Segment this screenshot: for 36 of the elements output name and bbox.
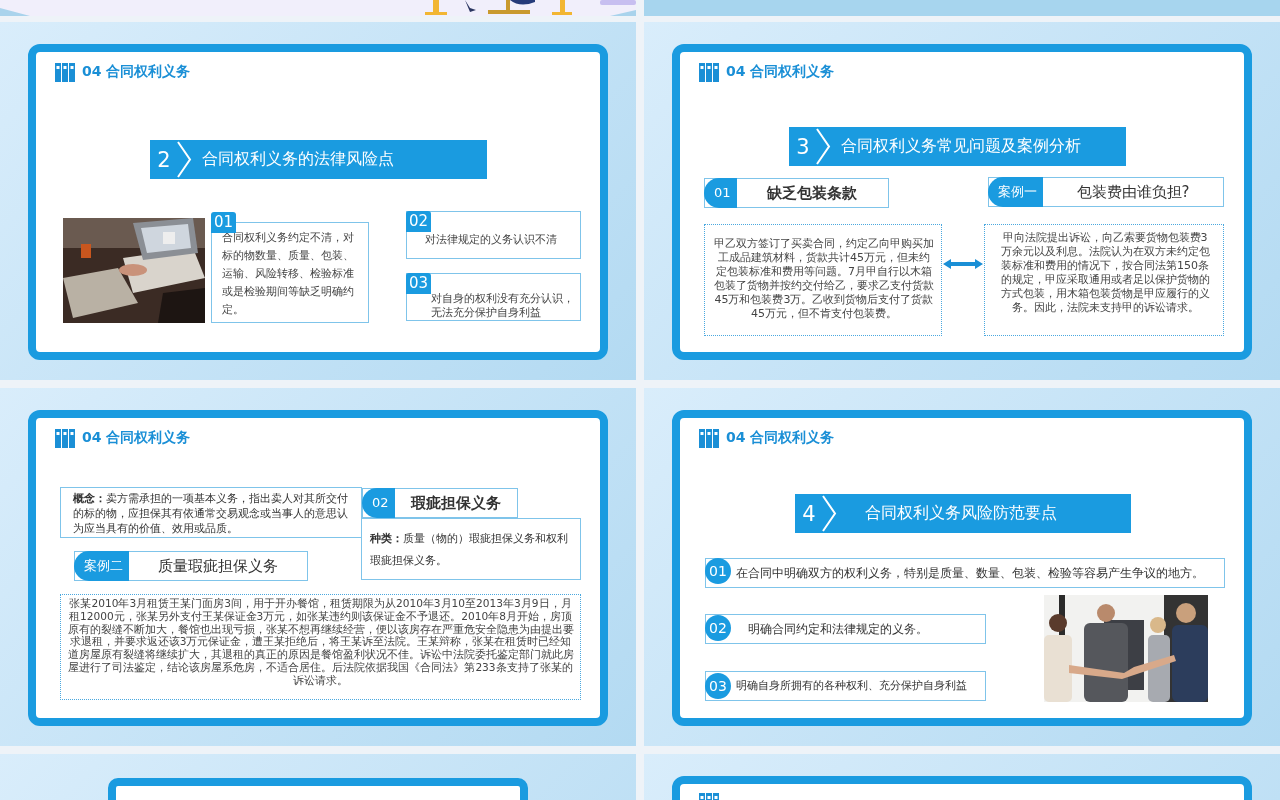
section-number: 3 bbox=[795, 134, 811, 159]
number-badge: 01 bbox=[704, 177, 737, 208]
number-badge: 02 bbox=[362, 487, 395, 518]
concept-text: 概念：卖方需承担的一项基本义务，指出卖人对其所交付的标的物，应担保其有依通常交易观念或当事人的意思认为应当具有的价值、效用或品质。 bbox=[60, 487, 362, 538]
number-badge: 03 bbox=[406, 273, 432, 294]
section-title: 04 合同权利义务 bbox=[82, 63, 191, 81]
section-number: 4 bbox=[801, 501, 817, 526]
binders-icon bbox=[54, 61, 76, 83]
types-text: 种类：质量（物的）瑕疵担保义务和权利瑕疵担保义务。 bbox=[361, 518, 581, 580]
section-title: 04 合同权利义务 bbox=[726, 63, 835, 81]
binders-icon bbox=[54, 427, 76, 449]
number-badge: 02 bbox=[406, 211, 432, 232]
section-number: 2 bbox=[156, 147, 172, 172]
heading-text: 质量瑕疵担保义务 bbox=[157, 556, 279, 576]
heading-text: 瑕疵担保义务 bbox=[409, 493, 502, 513]
slide-thumbnail[interactable]: 04 合同权利义务 4 合同权利义务风险防范要点 01 在合同中明确双方的权利义务，特别是质量、数量、包装、检验等容易产生争议的地方。 02 明确合同约定和法律规定的义务。 03 明确自身所拥有的各种权利、充分保护自身利益 bbox=[644, 388, 1280, 746]
number-badge: 案例一 bbox=[988, 176, 1043, 207]
section-title: 04 合同权利义务 bbox=[726, 429, 835, 447]
section-title: 04 合同权利义务 bbox=[82, 429, 191, 447]
binders-icon bbox=[698, 61, 720, 83]
heading-text: 包装费由谁负担? bbox=[1075, 182, 1191, 202]
case-badge: 案例二 bbox=[74, 550, 129, 581]
banner-title: 合同权利义务风险防范要点 bbox=[865, 503, 1057, 524]
binders-icon bbox=[698, 427, 720, 449]
chevron-icon bbox=[821, 494, 837, 533]
banner-title: 合同权利义务的法律风险点 bbox=[202, 149, 394, 170]
chevron-icon bbox=[815, 127, 831, 166]
slide-thumbnail[interactable] bbox=[644, 22, 1280, 380]
slide-thumbnail[interactable] bbox=[0, 388, 636, 746]
double-arrow-icon bbox=[942, 258, 984, 270]
case-text: 甲向法院提出诉讼，向乙索要货物包装费3万余元以及利息。法院认为在双方未约定包装标准和费用的情况下，按合同法第150条的规定，甲应采取通用或者足以保护货物的方式包装，用木箱包装货物是甲应履行的义务。因此，法院未支持甲的诉讼请求。 bbox=[984, 224, 1224, 336]
heading-text: 缺乏包装条款 bbox=[766, 183, 859, 203]
case-text: 甲乙双方签订了买卖合同，约定乙向甲购买加工成品建筑材料，货款共计45万元，但未约定包装标准和费用等问题。7月甲自行以木箱包装了货物并按约交付给乙，要求乙支付货款45万和包装费3万。乙收到货物后支付了货款45万元，但不肯支付包装费。 bbox=[704, 224, 942, 336]
banner-title: 合同权利义务常见问题及案例分析 bbox=[841, 136, 1081, 157]
chevron-icon bbox=[176, 140, 192, 179]
case-text: 张某2010年3月租赁王某门面房3间，用于开办餐馆，租赁期限为从2010年3月10至2013年3月9日，月租12000元，张某另外支付王某保证金3万元，如张某违约则该保证金不予退还。2010年8月开始，房顶原有的裂缝不断加大，餐馆也出现亏损，张某不想再继续经营，便以该房存在严重危安全隐患为由提出要求退租，并要求返还该3万元保证金，遭王某拒绝后，将王某诉至法院。王某辩称，张某在租赁时已经知道房屋原有裂缝将继续扩大，其退租的真正的原因是餐馆盈利状况不佳。诉讼中法院委托鉴定部门就此房屋进行了司法鉴定，结论该房屋系危房，不适合居住。后法院依据我国《合同法》第233条支持了张某的诉讼请求。 bbox=[60, 594, 581, 700]
